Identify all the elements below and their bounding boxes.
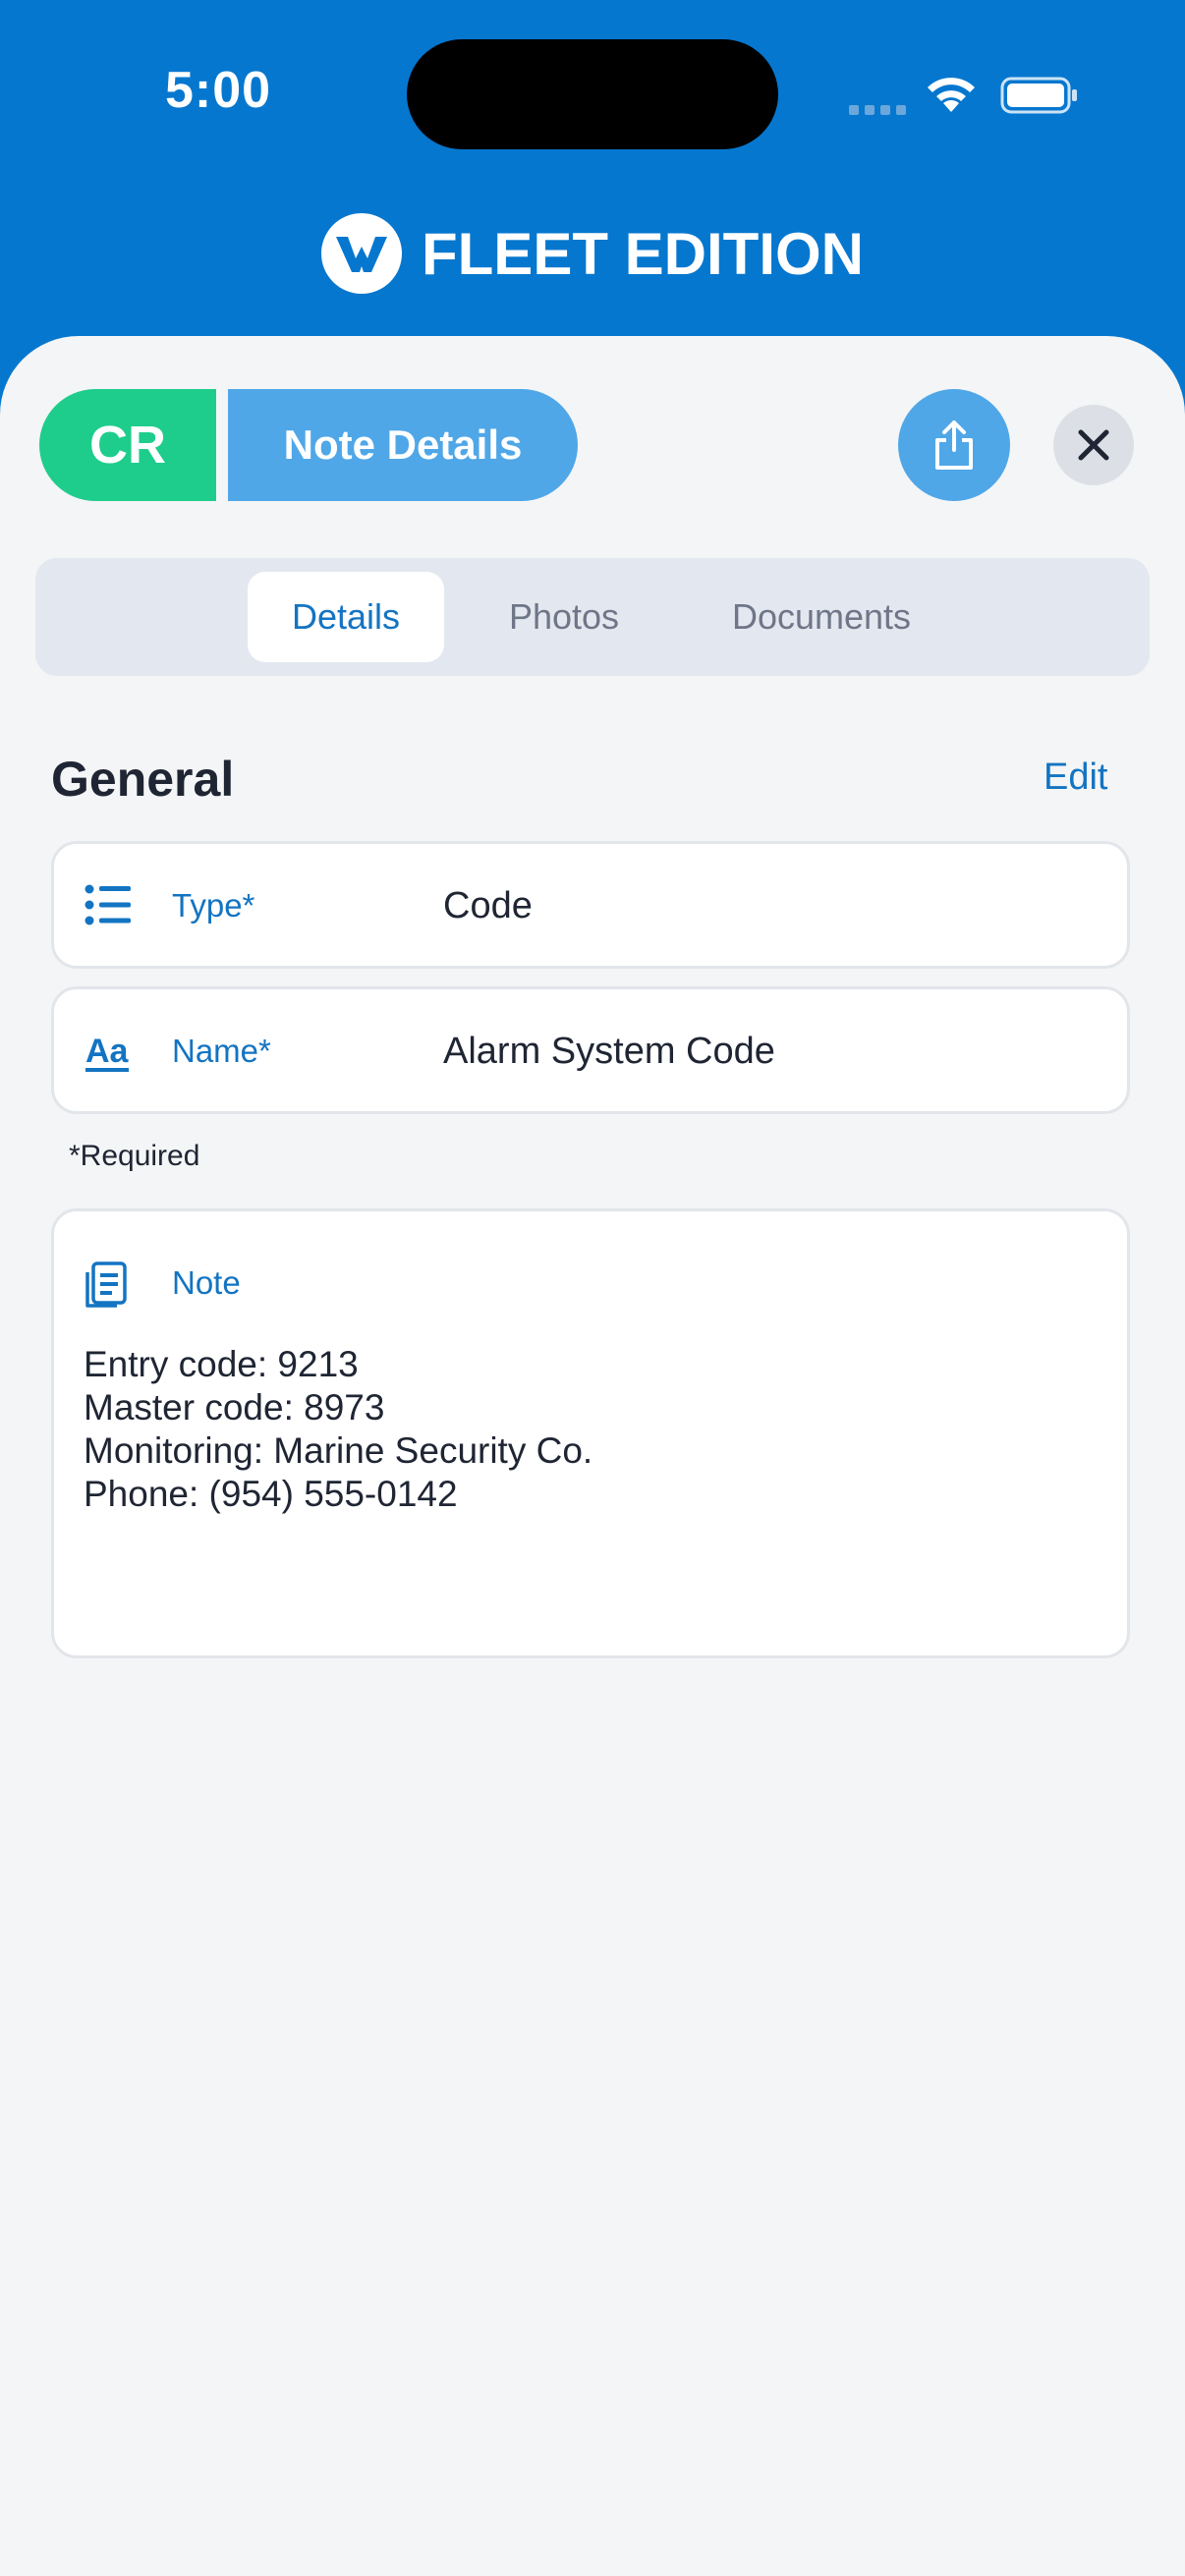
section-title: General [51,752,235,807]
list-icon [85,884,131,925]
text-format-icon: Aa [85,1033,130,1072]
note-line: Monitoring: Marine Security Co. [84,1430,593,1471]
brand-name: FLEET EDITION [422,220,864,287]
required-hint: *Required [69,1140,200,1172]
name-value: Alarm System Code [443,1031,775,1072]
tab-photos[interactable]: Photos [468,572,660,662]
tab-bar: Details Photos Documents [35,558,1150,676]
note-line: Entry code: 9213 [84,1344,359,1384]
close-button[interactable] [1053,405,1134,485]
document-icon [85,1261,127,1308]
status-bar: 5:00 [0,0,1185,187]
dynamic-island [407,39,778,149]
note-label: Note [172,1264,241,1301]
note-line: Master code: 8973 [84,1387,385,1428]
edit-button[interactable]: Edit [1044,756,1107,799]
share-button[interactable] [898,389,1010,501]
battery-icon [1000,77,1077,114]
brand-logo-icon [321,213,402,294]
note-text[interactable]: Entry code: 9213 Master code: 8973 Monit… [84,1343,1066,1516]
name-field: Aa Name* Alarm System Code [51,986,1130,1114]
close-icon [1078,429,1109,461]
type-value: Code [443,885,533,926]
tab-documents[interactable]: Documents [690,572,953,662]
type-field: Type* Code [51,841,1130,969]
wifi-icon [928,78,975,112]
note-line: Phone: (954) 555-0142 [84,1474,458,1514]
tab-details[interactable]: Details [248,572,444,662]
brand-header: FLEET EDITION [0,204,1185,303]
cellular-signal-icon [849,102,912,120]
note-field: Note Entry code: 9213 Master code: 8973 … [51,1208,1130,1658]
type-label: Type* [172,887,255,924]
status-time: 5:00 [164,62,272,119]
sheet-title: Note Details [228,389,578,501]
name-label: Name* [172,1033,271,1069]
share-icon [935,420,973,470]
note-details-sheet: CR Note Details Details Photos Documents… [0,336,1185,2576]
sheet-header: CR Note Details [39,389,1150,501]
category-badge: CR [39,389,216,501]
svg-text:Aa: Aa [85,1033,130,1070]
